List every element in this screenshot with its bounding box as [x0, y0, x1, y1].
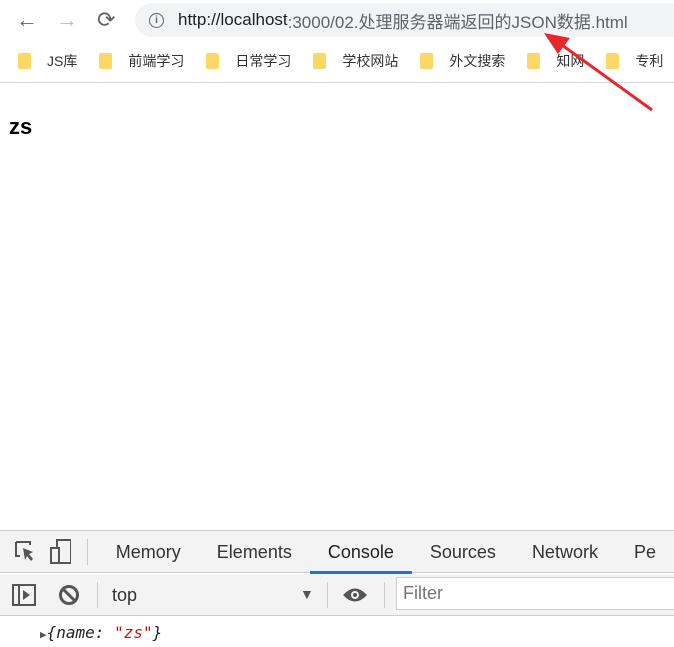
log-brace: {	[46, 623, 57, 642]
tab-memory[interactable]: Memory	[98, 531, 199, 573]
bookmark-label: 学校网站	[342, 53, 399, 69]
url-host: http://localhost	[178, 10, 288, 29]
log-colon: :	[94, 623, 115, 642]
info-icon[interactable]: i	[149, 12, 164, 28]
folder-icon	[99, 53, 113, 69]
bookmark-label: JS库	[47, 53, 78, 69]
tab-sources[interactable]: Sources	[412, 531, 514, 573]
page-text: zs	[9, 114, 33, 139]
clear-console-icon[interactable]	[58, 584, 80, 606]
bookmark[interactable]: 学校网站	[313, 48, 398, 74]
back-button[interactable]: ←	[16, 6, 38, 34]
divider	[384, 582, 385, 608]
log-brace: }	[152, 623, 163, 642]
divider	[327, 582, 328, 608]
dropdown-arrow-icon: ▼	[300, 586, 314, 602]
devtools-panel: Memory Elements Console Sources Network …	[0, 530, 674, 647]
eye-icon[interactable]	[342, 586, 368, 604]
tab-elements[interactable]: Elements	[199, 531, 310, 573]
bookmark[interactable]: 日常学习	[206, 48, 291, 74]
folder-icon	[206, 53, 220, 69]
context-value: top	[112, 585, 138, 605]
console-log-entry[interactable]: ▶{name: "zs"}	[40, 623, 162, 642]
log-value: "zs"	[114, 623, 153, 642]
bookmark[interactable]: JS库	[18, 48, 77, 74]
device-toolbar-icon[interactable]	[49, 538, 71, 566]
devtools-tabbar: Memory Elements Console Sources Network …	[0, 531, 674, 574]
folder-icon	[420, 53, 434, 69]
log-key: name	[56, 623, 95, 642]
show-sidebar-icon[interactable]	[12, 584, 36, 606]
bookmark[interactable]: 前端学习	[99, 48, 184, 74]
forward-button[interactable]: →	[56, 6, 78, 34]
folder-icon	[18, 53, 31, 69]
filter-input[interactable]	[396, 577, 674, 610]
divider	[86, 538, 88, 565]
annotation-arrow-icon	[544, 33, 653, 112]
bookmark-label: 前端学习	[128, 53, 185, 69]
folder-icon	[313, 53, 327, 69]
bookmark-label: 外文搜索	[449, 53, 506, 69]
tab-network[interactable]: Network	[514, 531, 616, 573]
tab-performance[interactable]: Pe	[616, 531, 674, 573]
console-toolbar: top ▼	[0, 574, 674, 616]
context-select[interactable]: top ▼	[98, 574, 326, 616]
expand-triangle-icon[interactable]: ▶	[40, 628, 47, 641]
bookmark[interactable]: 外文搜索	[420, 48, 505, 74]
bookmark-label: 日常学习	[235, 53, 292, 69]
reload-button[interactable]: ⟳	[97, 6, 115, 34]
inspect-element-icon[interactable]	[13, 539, 35, 565]
tab-console[interactable]: Console	[309, 531, 412, 574]
